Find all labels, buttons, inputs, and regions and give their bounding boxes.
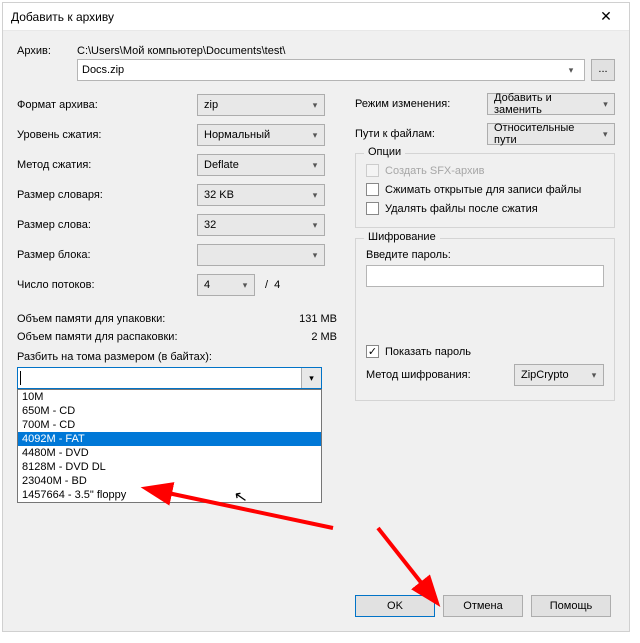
paths-label: Пути к файлам: <box>355 128 435 140</box>
word-label: Размер слова: <box>17 219 197 231</box>
mem-unpack-value: 2 MB <box>311 331 337 343</box>
chevron-down-icon: ▾ <box>306 160 324 171</box>
slash-char: / <box>265 279 268 291</box>
split-option[interactable]: 650M - CD <box>18 404 321 418</box>
split-dropdown-list[interactable]: 10M650M - CD700M - CD4092M - FAT4480M - … <box>17 389 322 503</box>
word-combo[interactable]: 32▾ <box>197 214 325 236</box>
mem-unpack-label: Объем памяти для распаковки: <box>17 331 178 343</box>
archive-file-combo[interactable]: Docs.zip ▾ <box>77 59 585 81</box>
split-option[interactable]: 4092M - FAT <box>18 432 321 446</box>
dict-combo[interactable]: 32 KB▾ <box>197 184 325 206</box>
delete-after-label: Удалять файлы после сжатия <box>385 203 538 215</box>
method-label: Метод сжатия: <box>17 159 197 171</box>
split-option[interactable]: 23040M - BD <box>18 474 321 488</box>
options-title: Опции <box>364 146 405 158</box>
archive-file-value: Docs.zip <box>82 64 124 76</box>
delete-after-checkbox[interactable] <box>366 202 379 215</box>
method-combo[interactable]: Deflate▾ <box>197 154 325 176</box>
threads-combo[interactable]: 4▾ <box>197 274 255 296</box>
paths-combo[interactable]: Относительные пути▾ <box>487 123 615 145</box>
split-option[interactable]: 1457664 - 3.5" floppy <box>18 488 321 502</box>
chevron-down-icon: ▾ <box>597 99 614 110</box>
format-label: Формат архива: <box>17 99 197 111</box>
split-combo[interactable]: ▾ <box>17 367 322 389</box>
block-label: Размер блока: <box>17 249 197 261</box>
chevron-down-icon: ▾ <box>306 220 324 231</box>
compress-open-label: Сжимать открытые для записи файлы <box>385 184 581 196</box>
mem-pack-value: 131 MB <box>299 313 337 325</box>
close-icon[interactable]: ✕ <box>589 6 623 28</box>
enc-method-combo[interactable]: ZipCrypto▾ <box>514 364 604 386</box>
block-combo[interactable]: ▾ <box>197 244 325 266</box>
password-label: Введите пароль: <box>366 249 604 261</box>
ok-button[interactable]: OK <box>355 595 435 617</box>
text-cursor <box>20 371 21 385</box>
dialog-window: Добавить к архиву ✕ Архив: C:\Users\Мой … <box>2 2 630 632</box>
mode-combo[interactable]: Добавить и заменить▾ <box>487 93 615 115</box>
chevron-down-icon: ▾ <box>597 129 614 140</box>
chevron-down-icon: ▾ <box>562 65 580 76</box>
help-button[interactable]: Помощь <box>531 595 611 617</box>
cancel-button[interactable]: Отмена <box>443 595 523 617</box>
split-option[interactable]: 10M <box>18 390 321 404</box>
dict-label: Размер словаря: <box>17 189 197 201</box>
split-option[interactable]: 700M - CD <box>18 418 321 432</box>
split-option[interactable]: 8128M - DVD DL <box>18 460 321 474</box>
chevron-down-icon: ▾ <box>306 130 324 141</box>
threads-max: 4 <box>274 279 280 291</box>
chevron-down-icon: ▾ <box>236 280 254 291</box>
show-password-label: Показать пароль <box>385 346 471 358</box>
sfx-checkbox <box>366 164 379 177</box>
mode-label: Режим изменения: <box>355 98 450 110</box>
options-group: Опции Создать SFX-архив Сжимать открытые… <box>355 153 615 228</box>
encryption-title: Шифрование <box>364 231 440 243</box>
show-password-checkbox[interactable]: ✓ <box>366 345 379 358</box>
chevron-down-icon: ▾ <box>585 370 603 381</box>
chevron-down-icon: ▾ <box>306 190 324 201</box>
compress-open-checkbox[interactable] <box>366 183 379 196</box>
annotation-arrow-icon <box>373 523 453 606</box>
level-label: Уровень сжатия: <box>17 129 197 141</box>
encryption-group: Шифрование Введите пароль: ✓ Показать па… <box>355 238 615 401</box>
chevron-down-icon[interactable]: ▾ <box>301 368 321 388</box>
archive-label: Архив: <box>17 45 77 57</box>
sfx-label: Создать SFX-архив <box>385 165 485 177</box>
window-title: Добавить к архиву <box>11 10 114 24</box>
password-input[interactable] <box>366 265 604 287</box>
titlebar: Добавить к архиву ✕ <box>3 3 629 31</box>
chevron-down-icon: ▾ <box>306 250 324 261</box>
browse-button[interactable]: ... <box>591 59 615 81</box>
split-label: Разбить на тома размером (в байтах): <box>17 351 337 363</box>
split-option[interactable]: 4480M - DVD <box>18 446 321 460</box>
chevron-down-icon: ▾ <box>306 100 324 111</box>
mem-pack-label: Объем памяти для упаковки: <box>17 313 165 325</box>
threads-label: Число потоков: <box>17 279 197 291</box>
archive-path: C:\Users\Мой компьютер\Documents\test\ <box>77 45 615 57</box>
level-combo[interactable]: Нормальный▾ <box>197 124 325 146</box>
enc-method-label: Метод шифрования: <box>366 369 471 381</box>
format-combo[interactable]: zip▾ <box>197 94 325 116</box>
